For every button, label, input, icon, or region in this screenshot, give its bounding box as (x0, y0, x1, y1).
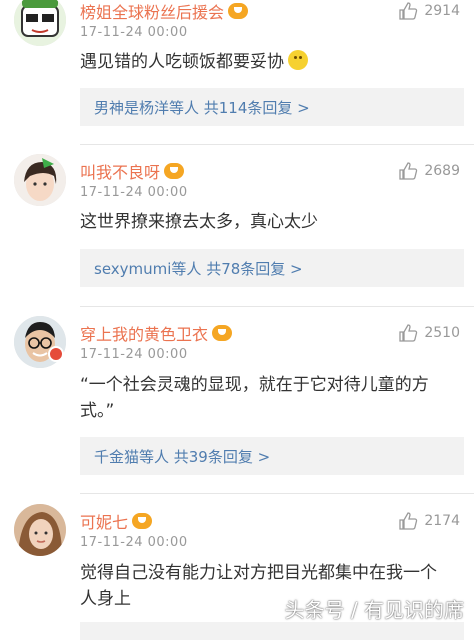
like-count: 2914 (424, 3, 460, 19)
username[interactable]: 榜姐全球粉丝后援会 (80, 0, 224, 23)
reply-summary-text: 千金猫等人 共39条回复 > (94, 447, 271, 466)
username[interactable]: 可妮七 (80, 509, 128, 533)
avatar-cartoon-image (14, 0, 66, 46)
name-row: 叫我不良呀 (80, 159, 185, 183)
smile-emoji-icon (288, 50, 308, 70)
timestamp: 17-11-24 00:00 (80, 25, 188, 40)
name-row: 穿上我的黄色卫衣 (80, 321, 233, 345)
reply-summary-text: 男神是杨洋等人 共114条回复 > (94, 98, 310, 117)
reply-summary-link[interactable]: sexymumi等人 共78条回复 > (80, 249, 464, 287)
watermark: 头条号 / 有见识的席 (284, 598, 464, 622)
avatar-photo-image (14, 154, 66, 206)
reply-summary-link[interactable] (80, 622, 464, 640)
comment-text-content: 遇见错的人吃顿饭都要妥协 (80, 52, 284, 72)
comment-text: 遇见错的人吃顿饭都要妥协 (80, 50, 450, 74)
thumb-up-icon (399, 2, 418, 20)
like-button[interactable]: 2174 (398, 510, 460, 532)
thumb-up-icon (399, 162, 418, 180)
timestamp: 17-11-24 00:00 (80, 185, 188, 200)
like-count: 2510 (424, 325, 460, 341)
vip-crown-icon (228, 3, 249, 19)
avatar[interactable] (14, 504, 66, 556)
divider (80, 306, 474, 307)
reply-summary-link[interactable]: 千金猫等人 共39条回复 > (80, 437, 464, 475)
timestamp: 17-11-24 00:00 (80, 347, 188, 362)
avatar[interactable] (14, 154, 66, 206)
divider (80, 493, 474, 494)
thumb-up-icon (399, 512, 418, 530)
vip-crown-icon (132, 513, 153, 529)
divider (80, 144, 474, 145)
username[interactable]: 穿上我的黄色卫衣 (80, 321, 208, 345)
comment-text: 这世界撩来撩去太多，真心太少 (80, 212, 318, 232)
like-button[interactable]: 2914 (398, 0, 460, 22)
reply-summary-link[interactable]: 男神是杨洋等人 共114条回复 > (80, 88, 464, 126)
reply-summary-text: sexymumi等人 共78条回复 > (94, 259, 303, 278)
name-row: 可妮七 (80, 509, 153, 533)
like-count: 2689 (424, 163, 460, 179)
like-button[interactable]: 2689 (398, 160, 460, 182)
vip-crown-icon (212, 325, 233, 341)
name-row: 榜姐全球粉丝后援会 (80, 0, 249, 23)
avatar[interactable] (14, 0, 66, 46)
vip-crown-icon (164, 163, 185, 179)
like-button[interactable]: 2510 (398, 322, 460, 344)
timestamp: 17-11-24 00:00 (80, 535, 188, 550)
like-count: 2174 (424, 513, 460, 529)
comment-text: “一个社会灵魂的显现，就在于它对待儿童的方式。” (80, 375, 429, 421)
avatar-photo-image (14, 504, 66, 556)
username[interactable]: 叫我不良呀 (80, 159, 160, 183)
verified-badge-icon (48, 346, 64, 362)
thumb-up-icon (399, 324, 418, 342)
